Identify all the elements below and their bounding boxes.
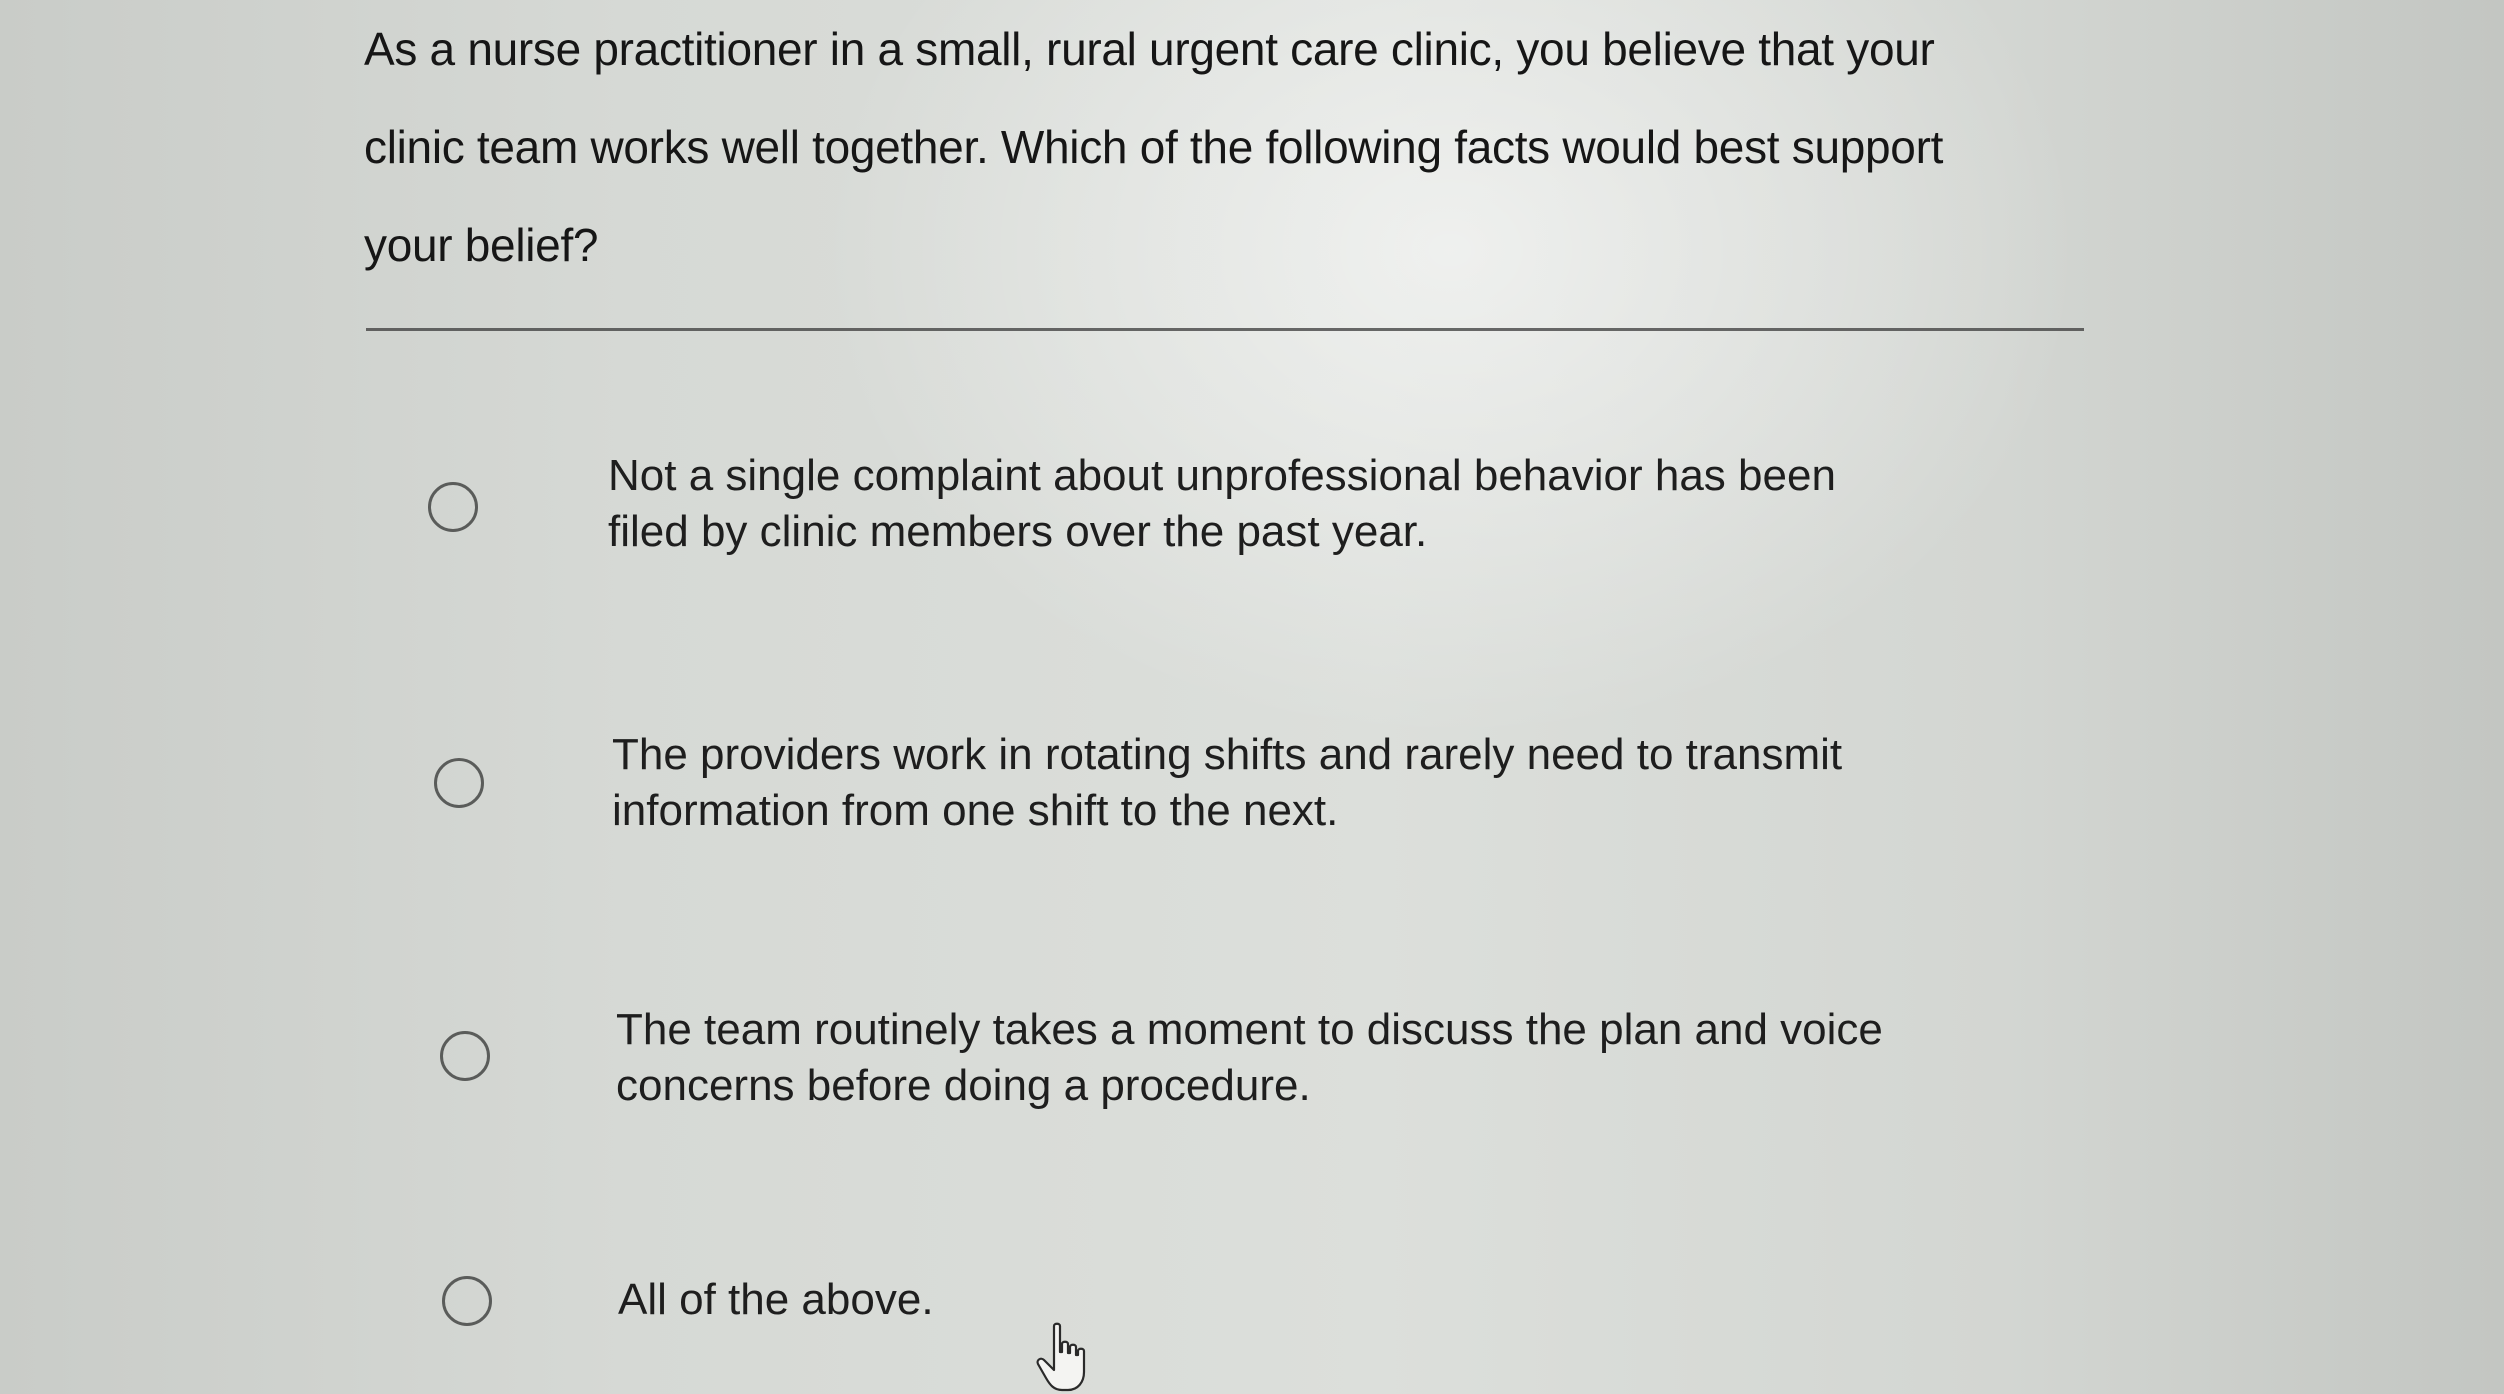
quiz-page: { "question": { "line1": "As a nurse pra… bbox=[0, 0, 2504, 1394]
question-line: your belief? bbox=[364, 219, 599, 271]
radio-button-icon[interactable] bbox=[434, 758, 484, 808]
pointer-hand-icon bbox=[1036, 1322, 1086, 1392]
option-line: concerns before doing a procedure. bbox=[616, 1061, 1311, 1110]
option-line: Not a single complaint about unprofessio… bbox=[608, 451, 1836, 500]
answer-option-2-label[interactable]: The providers work in rotating shifts an… bbox=[612, 727, 2032, 839]
question-text: As a nurse practitioner in a small, rura… bbox=[364, 0, 2084, 294]
question-divider bbox=[366, 328, 2084, 331]
answer-option-4-label[interactable]: All of the above. bbox=[618, 1272, 2038, 1328]
radio-button-icon[interactable] bbox=[442, 1276, 492, 1326]
answer-option-1-label[interactable]: Not a single complaint about unprofessio… bbox=[608, 448, 2028, 560]
question-line: As a nurse practitioner in a small, rura… bbox=[364, 23, 1935, 75]
option-line: All of the above. bbox=[618, 1275, 934, 1324]
radio-button-icon[interactable] bbox=[440, 1031, 490, 1081]
option-line: The providers work in rotating shifts an… bbox=[612, 730, 1843, 779]
option-line: information from one shift to the next. bbox=[612, 786, 1339, 835]
option-line: The team routinely takes a moment to dis… bbox=[616, 1005, 1883, 1054]
option-line: filed by clinic members over the past ye… bbox=[608, 507, 1428, 556]
radio-button-icon[interactable] bbox=[428, 482, 478, 532]
answer-option-3-label[interactable]: The team routinely takes a moment to dis… bbox=[616, 1002, 2036, 1114]
question-line: clinic team works well together. Which o… bbox=[364, 121, 1944, 173]
